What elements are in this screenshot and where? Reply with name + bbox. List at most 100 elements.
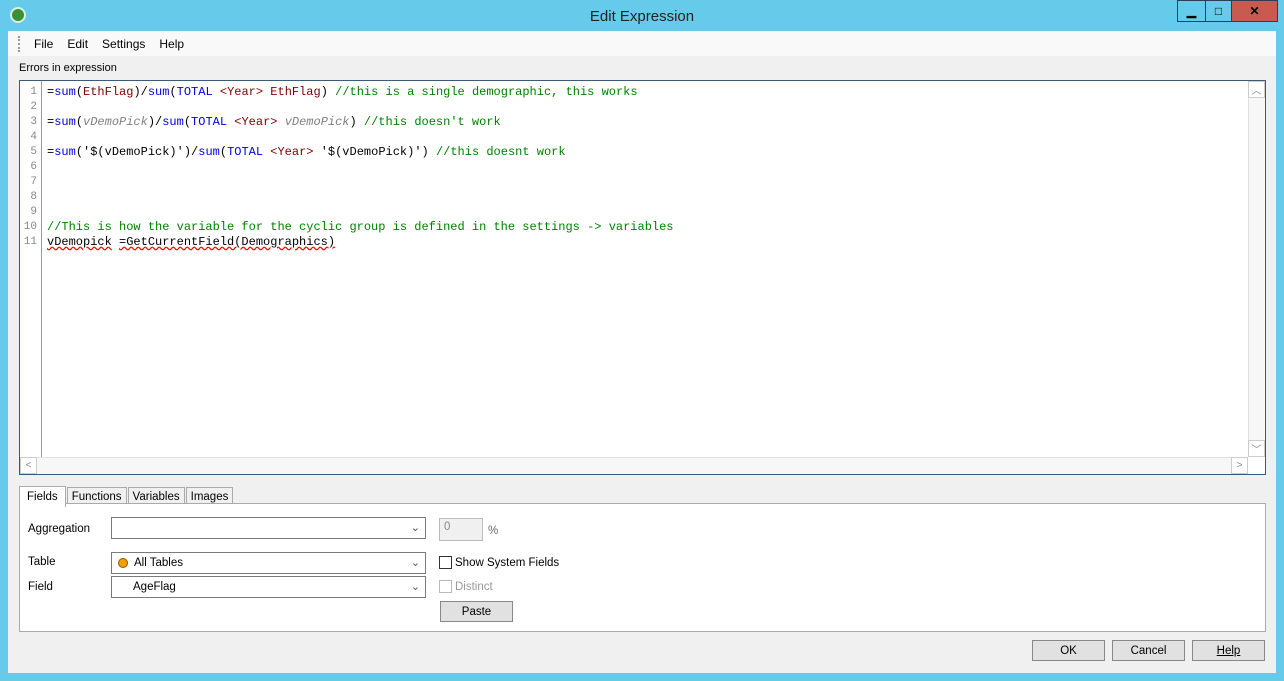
window-title: Edit Expression (589, 8, 695, 25)
vertical-scrollbar[interactable]: ︿ ﹀ (1248, 81, 1265, 457)
line-number: 11 (23, 236, 37, 248)
line-number: 8 (30, 191, 37, 203)
paste-button[interactable]: Paste (440, 601, 513, 622)
table-label: Table (28, 556, 56, 568)
code-token-op: ( (75, 85, 84, 99)
code-token-op: )/ (147, 115, 163, 129)
code-token-cm: //This is how the variable for the cycli… (47, 220, 674, 234)
code-line: vDemopick =GetCurrentField(Demographics) (47, 235, 674, 250)
code-token-fn: sum (54, 85, 76, 99)
code-token-op (314, 145, 321, 159)
code-token-op: ) (349, 115, 364, 129)
line-number: 6 (30, 161, 37, 173)
line-number: 9 (30, 206, 37, 218)
scroll-up-icon[interactable]: ︿ (1248, 81, 1265, 98)
maximize-button[interactable]: □ (1205, 0, 1232, 22)
code-token-var: vDemoPick (284, 115, 350, 129)
code-token-op: ( (219, 145, 228, 159)
line-number: 7 (30, 176, 37, 188)
code-token-kw: TOTAL (227, 145, 264, 159)
horizontal-scrollbar[interactable]: < > (20, 457, 1248, 474)
menu-edit[interactable]: Edit (60, 37, 95, 51)
table-value: All Tables (134, 557, 184, 569)
code-token-str: '$(vDemoPick)' (83, 145, 184, 159)
line-number: 1 (30, 86, 37, 98)
field-value: AgeFlag (133, 581, 176, 593)
field-label: Field (28, 581, 53, 593)
line-number: 2 (30, 101, 37, 113)
scroll-right-icon[interactable]: > (1231, 457, 1248, 474)
code-line: =sum('$(vDemoPick)')/sum(TOTAL <Year> '$… (47, 145, 674, 160)
code-token-cm: //this doesnt work (435, 145, 566, 159)
code-token-str: '$(vDemoPick)' (320, 145, 422, 159)
code-token-err: vDemopick (47, 235, 112, 249)
code-token-err: =GetCurrentField(Demographics) (119, 235, 336, 249)
dialog-client: File Edit Settings Help Errors in expres… (8, 31, 1276, 673)
fields-panel: Aggregation ⌄ 0 % Table All Tables ⌄ Sho… (19, 503, 1266, 632)
expression-status: Errors in expression (19, 62, 117, 74)
code-token-cm: //this is a single demographic, this wor… (335, 85, 638, 99)
line-number: 3 (30, 116, 37, 128)
tab-fields[interactable]: Fields (19, 486, 66, 507)
expression-editor[interactable]: 1 2 3 4 5 6 7 8 9 10 11 =sum(EthFlag)/sum(TOTAL <Y… (19, 80, 1266, 475)
menu-settings[interactable]: Settings (95, 37, 152, 51)
close-button[interactable]: ✕ (1231, 0, 1278, 22)
table-select[interactable]: All Tables ⌄ (111, 552, 426, 574)
code-token-fn: sum (162, 115, 184, 129)
cancel-button[interactable]: Cancel (1112, 640, 1185, 661)
menu-bar: File Edit Settings Help (8, 31, 1276, 56)
code-token-op: ( (169, 85, 177, 99)
code-token-op: ) (320, 85, 336, 99)
code-token-field: <Year> (234, 115, 278, 129)
code-token-op: )/ (183, 145, 199, 159)
code-token-op: ( (75, 145, 84, 159)
table-status-icon (118, 558, 128, 568)
line-number: 5 (30, 146, 37, 158)
line-number-gutter: 1 2 3 4 5 6 7 8 9 10 11 (20, 81, 42, 457)
chevron-down-icon: ⌄ (410, 581, 420, 593)
help-button[interactable]: Help (1192, 640, 1265, 661)
distinct-checkbox[interactable] (439, 580, 452, 593)
scroll-left-icon[interactable]: < (20, 457, 37, 474)
code-token-op (277, 115, 284, 129)
show-system-fields-checkbox[interactable] (439, 556, 452, 569)
line-number: 4 (30, 131, 37, 143)
aggregation-label: Aggregation (28, 523, 91, 535)
aggregation-select[interactable]: ⌄ (111, 517, 426, 539)
code-token-field: EthFlag (83, 85, 134, 99)
code-token-cm: //this doesn't work (363, 115, 501, 129)
chevron-down-icon: ⌄ (410, 557, 420, 569)
menu-file[interactable]: File (27, 37, 60, 51)
code-token-field: <Year> (219, 85, 264, 99)
code-token-fn: sum (54, 115, 76, 129)
line-number: 10 (23, 221, 37, 233)
code-line: //This is how the variable for the cycli… (47, 220, 674, 235)
code-token-fn: sum (147, 85, 170, 99)
code-token-op: ) (421, 145, 436, 159)
scroll-down-icon[interactable]: ﹀ (1248, 440, 1265, 457)
percent-input[interactable]: 0 (439, 518, 483, 541)
code-area[interactable]: =sum(EthFlag)/sum(TOTAL <Year> EthFlag) … (47, 85, 674, 250)
code-token-op: ( (183, 115, 192, 129)
code-line: =sum(EthFlag)/sum(TOTAL <Year> EthFlag) … (47, 85, 674, 100)
minimize-button[interactable]: ▁ (1177, 0, 1206, 22)
code-token-field: EthFlag (270, 85, 321, 99)
chevron-down-icon: ⌄ (410, 522, 420, 534)
code-token-fn: sum (54, 145, 76, 159)
code-token-fn: sum (198, 145, 220, 159)
field-select[interactable]: AgeFlag ⌄ (111, 576, 426, 598)
code-token-op (213, 85, 220, 99)
ok-button[interactable]: OK (1032, 640, 1105, 661)
toolbar-grip[interactable] (18, 35, 21, 52)
code-token-op: )/ (133, 85, 148, 99)
code-token-op (112, 235, 119, 249)
menu-help[interactable]: Help (152, 37, 191, 51)
title-bar: Edit Expression ▁ □ ✕ (0, 0, 1284, 31)
code-token-kw: TOTAL (191, 115, 228, 129)
